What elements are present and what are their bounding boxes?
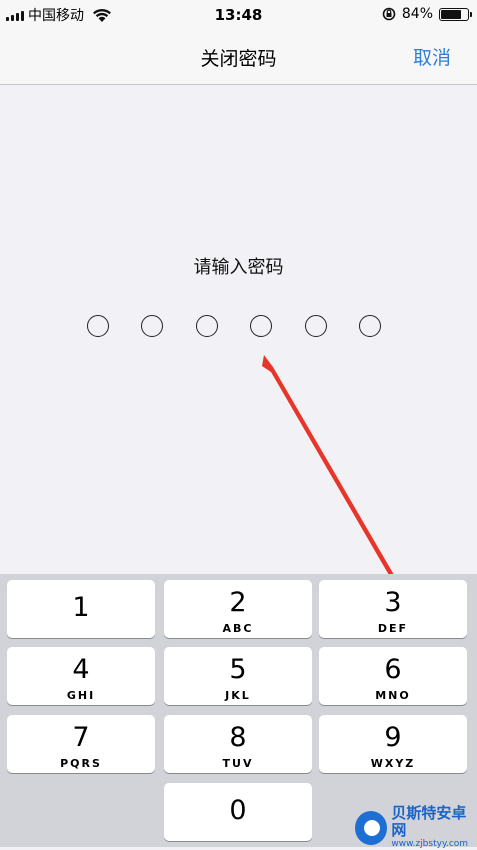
status-bar: 中国移动 13:48 84% bbox=[0, 0, 477, 30]
key-letters: GHI bbox=[66, 689, 96, 702]
key-2[interactable]: 2 ABC bbox=[164, 580, 312, 638]
key-letters: PQRS bbox=[60, 757, 102, 770]
key-letters: MNO bbox=[375, 689, 411, 702]
key-digit: 1 bbox=[72, 592, 90, 623]
passcode-dot bbox=[250, 315, 273, 337]
key-letters: DEF bbox=[377, 622, 409, 635]
battery-icon bbox=[439, 7, 472, 21]
page-title: 关闭密码 bbox=[200, 48, 277, 70]
key-6[interactable]: 6 MNO bbox=[319, 647, 467, 705]
passcode-dot bbox=[195, 315, 218, 337]
passcode-dot bbox=[87, 315, 109, 337]
key-1[interactable]: 1 bbox=[7, 580, 155, 638]
key-letters: ABC bbox=[222, 622, 254, 635]
key-digit: 7 bbox=[72, 722, 90, 753]
rotation-lock-icon bbox=[382, 7, 396, 21]
key-digit: 5 bbox=[229, 654, 247, 685]
battery-percent: 84% bbox=[401, 6, 433, 22]
key-digit: 2 bbox=[229, 587, 247, 618]
passcode-dots bbox=[87, 315, 397, 339]
key-9[interactable]: 9 WXYZ bbox=[319, 715, 467, 773]
key-digit: 8 bbox=[229, 722, 247, 753]
key-4[interactable]: 4 GHI bbox=[7, 647, 155, 705]
navigation-bar: 关闭密码 取消 bbox=[0, 30, 477, 85]
watermark-name: 贝斯特安卓网 bbox=[391, 804, 467, 839]
key-digit: 0 bbox=[229, 795, 247, 826]
key-digit: 3 bbox=[384, 587, 402, 618]
watermark-logo-icon bbox=[355, 810, 388, 845]
status-right: 84% bbox=[382, 6, 472, 22]
watermark: 贝斯特安卓网 www.zjbstyy.com bbox=[355, 805, 477, 850]
passcode-prompt: 请输入密码 bbox=[193, 257, 284, 278]
key-5[interactable]: 5 JKL bbox=[164, 647, 312, 705]
key-letters: WXYZ bbox=[370, 757, 416, 770]
key-letters: JKL bbox=[225, 689, 251, 702]
key-0[interactable]: 0 bbox=[164, 783, 312, 841]
key-7[interactable]: 7 PQRS bbox=[7, 715, 155, 773]
key-8[interactable]: 8 TUV bbox=[164, 715, 312, 773]
key-digit: 4 bbox=[72, 654, 90, 685]
watermark-url: www.zjbstyy.com bbox=[391, 839, 469, 849]
key-digit: 6 bbox=[384, 654, 402, 685]
cancel-button[interactable]: 取消 bbox=[413, 43, 451, 70]
passcode-dot bbox=[359, 315, 381, 337]
key-letters: TUV bbox=[222, 757, 254, 770]
key-digit: 9 bbox=[384, 722, 402, 753]
passcode-dot bbox=[141, 315, 164, 337]
passcode-dot bbox=[304, 315, 327, 337]
key-3[interactable]: 3 DEF bbox=[319, 580, 467, 638]
battery-fill bbox=[441, 9, 462, 19]
